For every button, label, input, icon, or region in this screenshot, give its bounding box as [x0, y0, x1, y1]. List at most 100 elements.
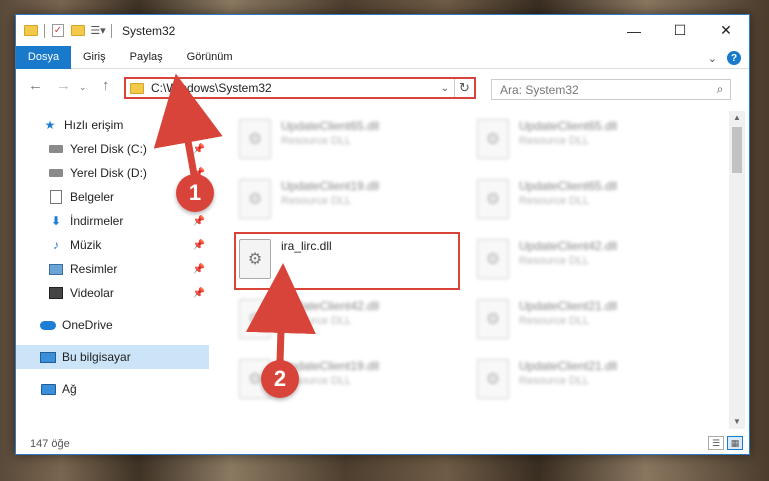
pictures-icon: [48, 262, 64, 276]
explorer-window: ✓ ☰▾ System32 — ☐ ✕ Dosya Giriş Paylaş G…: [15, 14, 750, 455]
scroll-up-icon[interactable]: ▲: [729, 111, 745, 125]
file-item-ira-lirc[interactable]: ⚙ ira_lirc.dll: [239, 235, 459, 287]
search-icon[interactable]: ⌕: [710, 82, 730, 97]
music-icon: ♪: [53, 238, 59, 252]
file-item[interactable]: ⚙ UpdateClient42.dll Resource DLL: [477, 235, 697, 287]
file-type: Resource DLL: [281, 195, 352, 207]
folder-icon: [130, 82, 144, 94]
navigation-pane: ★ Hızlı erişim Yerel Disk (C:) 📌 Yerel D…: [16, 111, 211, 429]
file-type: Resource DLL: [519, 315, 590, 327]
sidebar-item-label: Belgeler: [70, 190, 115, 204]
file-name: UpdateClient42.dll: [519, 239, 618, 253]
file-name: UpdateClient21.dll: [519, 299, 618, 313]
tab-gorunum[interactable]: Görünüm: [175, 46, 245, 69]
address-path[interactable]: C:\Windows\System32: [151, 81, 436, 95]
dll-file-icon: ⚙: [239, 179, 271, 219]
large-icons-view-icon[interactable]: ▦: [727, 436, 743, 450]
sidebar-item-pictures[interactable]: Resimler 📌: [16, 257, 209, 281]
recent-locations-chevron-icon[interactable]: ⌄: [79, 82, 87, 93]
address-row: ← → ⌄ ↑ C:\Windows\System32 ⌄ ↻ Ara: Sys…: [16, 73, 749, 103]
file-type: Resource DLL: [281, 135, 352, 147]
file-item[interactable]: ⚙ UpdateClient21.dll Resource DLL: [477, 295, 697, 347]
address-bar[interactable]: C:\Windows\System32 ⌄ ↻: [124, 77, 476, 99]
tab-giris[interactable]: Giriş: [71, 46, 118, 69]
download-icon: ⬇: [50, 214, 62, 228]
file-type: Resource DLL: [281, 315, 352, 327]
ribbon-tabs: Dosya Giriş Paylaş Görünüm ⌄ ?: [16, 45, 749, 69]
tab-dosya[interactable]: Dosya: [16, 45, 71, 69]
close-button[interactable]: ✕: [703, 15, 749, 46]
dll-file-icon: ⚙: [477, 359, 509, 399]
computer-icon: [40, 350, 56, 364]
forward-arrow-icon[interactable]: →: [56, 77, 71, 94]
sidebar-item-label: İndirmeler: [70, 214, 124, 228]
sidebar-item-music[interactable]: ♪ Müzik 📌: [16, 233, 209, 257]
refresh-icon[interactable]: ↻: [454, 79, 474, 97]
sidebar-item-label: Yerel Disk (D:): [70, 166, 147, 180]
dll-file-icon: ⚙: [239, 119, 271, 159]
file-item[interactable]: ⚙ UpdateClient65.dll Resource DLL: [477, 175, 697, 227]
item-count: 147 öğe: [30, 438, 70, 450]
folder-icon: [24, 24, 38, 38]
address-dropdown-chevron-icon[interactable]: ⌄: [436, 83, 454, 94]
file-name: UpdateClient65.dll: [519, 119, 618, 133]
tab-paylas[interactable]: Paylaş: [118, 46, 175, 69]
pin-icon: 📌: [192, 263, 205, 275]
sidebar-item-label: OneDrive: [62, 318, 113, 332]
file-type: Resource DLL: [519, 135, 590, 147]
sidebar-item-quick-access[interactable]: ★ Hızlı erişim: [16, 113, 209, 137]
sidebar-item-label: Resimler: [70, 262, 118, 276]
minimize-button[interactable]: —: [611, 15, 657, 46]
back-arrow-icon[interactable]: ←: [28, 77, 43, 94]
toolbar-divider: [44, 23, 45, 38]
quick-access-toolbar: ✓ ☰▾: [24, 23, 112, 38]
sidebar-item-videos[interactable]: Videolar 📌: [16, 281, 209, 305]
sidebar-item-network[interactable]: Ağ: [16, 377, 209, 401]
dll-file-icon: ⚙: [239, 299, 271, 339]
pin-icon: 📌: [192, 287, 205, 299]
details-view-icon[interactable]: ☰: [708, 436, 724, 450]
file-type: Resource DLL: [519, 255, 590, 267]
file-item[interactable]: ⚙ UpdateClient65.dll Resource DLL: [239, 115, 459, 167]
title-bar: ✓ ☰▾ System32 — ☐ ✕: [16, 15, 749, 46]
document-icon: [48, 190, 64, 204]
file-item[interactable]: ⚙ UpdateClient21.dll Resource DLL: [477, 355, 697, 407]
up-arrow-icon[interactable]: ↑: [102, 77, 110, 94]
file-item[interactable]: ⚙ UpdateClient42.dll Resource DLL: [239, 295, 459, 347]
file-item[interactable]: ⚙ UpdateClient65.dll Resource DLL: [477, 115, 697, 167]
sidebar-item-onedrive[interactable]: OneDrive: [16, 313, 209, 337]
drive-icon: [48, 166, 64, 180]
dll-file-icon: ⚙: [477, 179, 509, 219]
drive-icon: [48, 142, 64, 156]
expand-ribbon-icon[interactable]: ⌄: [708, 52, 717, 65]
pin-icon: 📌: [192, 143, 205, 155]
file-item[interactable]: ⚙ UpdateClient19.dll Resource DLL: [239, 175, 459, 227]
maximize-button[interactable]: ☐: [657, 15, 703, 46]
file-type: Resource DLL: [519, 375, 590, 387]
star-icon: ★: [44, 118, 56, 132]
search-placeholder: Ara: System32: [500, 82, 579, 97]
sidebar-item-this-pc[interactable]: Bu bilgisayar: [16, 345, 209, 369]
pin-icon: 📌: [192, 239, 205, 251]
window-title: System32: [122, 23, 176, 38]
file-name: UpdateClient21.dll: [519, 359, 618, 373]
cloud-icon: [40, 318, 56, 332]
sidebar-item-label: Hızlı erişim: [64, 118, 124, 132]
file-name: UpdateClient42.dll: [281, 299, 380, 313]
toolbar-divider: [111, 23, 112, 38]
vertical-scrollbar[interactable]: ▲ ▼: [729, 111, 745, 429]
customize-toolbar-icon[interactable]: ☰▾: [90, 24, 105, 38]
sidebar-item-label: Bu bilgisayar: [62, 350, 131, 364]
scroll-down-icon[interactable]: ▼: [729, 415, 745, 429]
sidebar-item-local-disk-c[interactable]: Yerel Disk (C:) 📌: [16, 137, 209, 161]
scroll-thumb[interactable]: [732, 127, 742, 173]
file-name: UpdateClient65.dll: [281, 119, 380, 133]
sidebar-item-downloads[interactable]: ⬇ İndirmeler 📌: [16, 209, 209, 233]
sidebar-item-label: Ağ: [62, 382, 77, 396]
help-icon[interactable]: ?: [727, 51, 741, 65]
properties-icon[interactable]: ✓: [51, 24, 65, 38]
new-folder-icon[interactable]: [71, 24, 85, 38]
pin-icon: 📌: [192, 215, 205, 227]
search-input[interactable]: Ara: System32 ⌕: [491, 79, 731, 100]
file-name: ira_lirc.dll: [281, 239, 332, 253]
